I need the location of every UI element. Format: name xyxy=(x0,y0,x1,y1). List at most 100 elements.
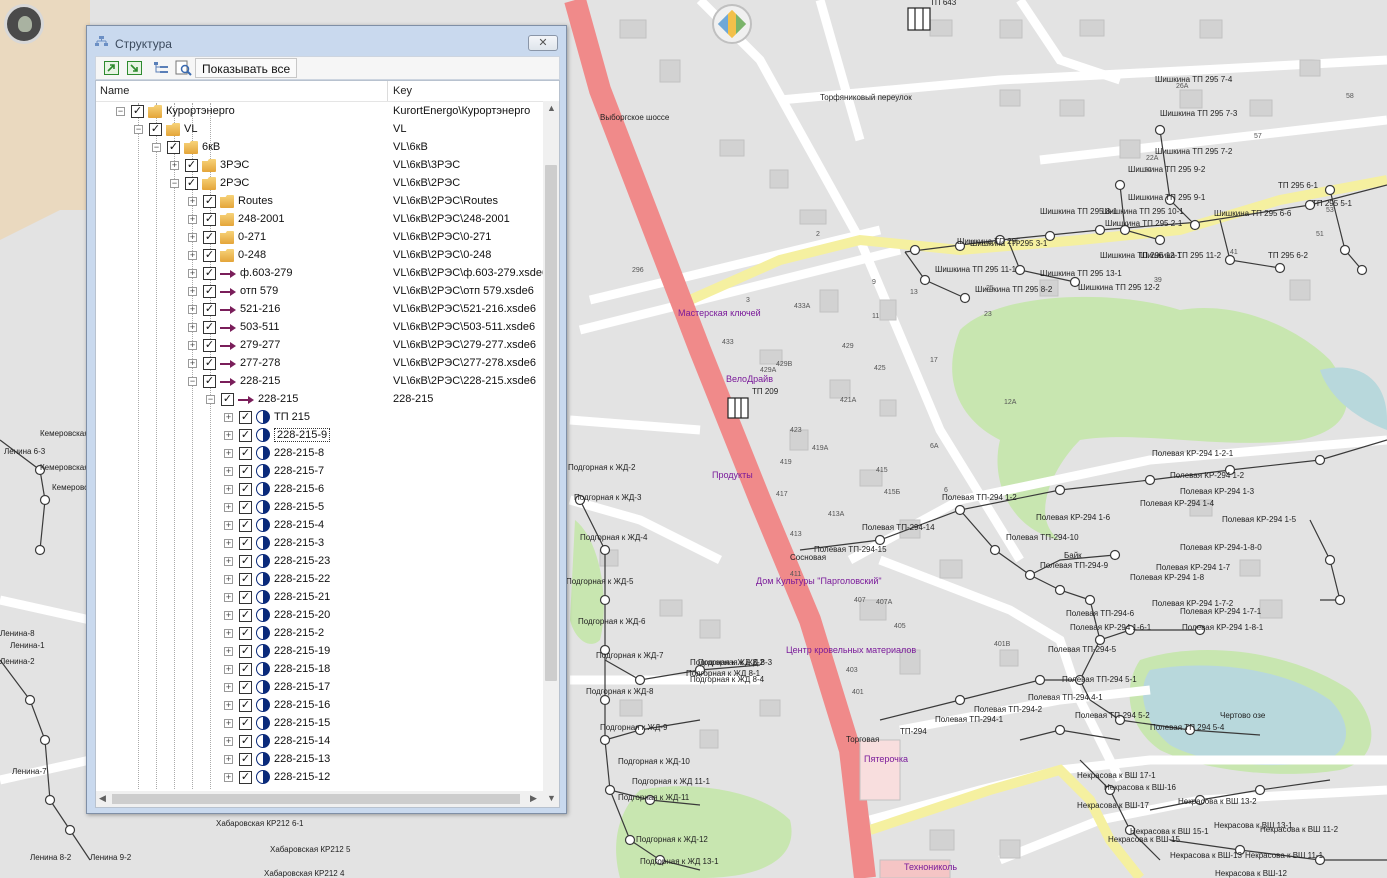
expand-toggle-icon[interactable]: + xyxy=(224,701,233,710)
row-checkbox[interactable]: ✓ xyxy=(239,537,252,550)
tree-row[interactable]: + ✓ 0-271 VL\6кВ\2РЭС\0-271 xyxy=(96,229,546,247)
column-header-name[interactable]: Name xyxy=(100,85,129,97)
tree-row[interactable]: + ✓ 228-215-20 xyxy=(96,607,546,625)
expand-toggle-icon[interactable]: + xyxy=(188,359,197,368)
expand-toggle-icon[interactable]: + xyxy=(224,629,233,638)
expand-toggle-icon[interactable]: + xyxy=(224,431,233,440)
row-checkbox[interactable]: ✓ xyxy=(203,321,216,334)
row-checkbox[interactable]: ✓ xyxy=(203,357,216,370)
tree-view[interactable]: Name Key − ✓ Курортэнерго KurortEnergo\Куро… xyxy=(95,80,560,808)
expand-toggle-icon[interactable]: + xyxy=(188,197,197,206)
expand-toggle-icon[interactable]: + xyxy=(188,287,197,296)
row-checkbox[interactable]: ✓ xyxy=(203,375,216,388)
row-checkbox[interactable]: ✓ xyxy=(203,195,216,208)
collapse-icon[interactable] xyxy=(126,60,144,76)
tree-row[interactable]: + ✓ 279-277 VL\6кВ\2РЭС\279-277.xsde6 xyxy=(96,337,546,355)
expand-toggle-icon[interactable]: + xyxy=(224,449,233,458)
collapse-toggle-icon[interactable]: − xyxy=(134,125,143,134)
tree-row[interactable]: + ✓ 228-215-7 xyxy=(96,463,546,481)
title-bar[interactable]: Структура ✕ xyxy=(87,26,566,56)
tree-row[interactable]: + ✓ 228-215-23 xyxy=(96,553,546,571)
vertical-scrollbar[interactable]: ▲ ▼ xyxy=(543,101,559,807)
row-checkbox[interactable]: ✓ xyxy=(239,501,252,514)
expand-toggle-icon[interactable]: + xyxy=(170,161,179,170)
show-all-button[interactable]: Показывать все xyxy=(195,58,298,78)
row-checkbox[interactable]: ✓ xyxy=(185,159,198,172)
horizontal-scrollbar[interactable]: ◀ ▶ xyxy=(96,791,543,807)
expand-toggle-icon[interactable]: + xyxy=(224,719,233,728)
tree-row[interactable]: + ✓ 228-215-19 xyxy=(96,643,546,661)
tree-row[interactable]: + ✓ 228-215-5 xyxy=(96,499,546,517)
tree-row[interactable]: + ✓ 277-278 VL\6кВ\2РЭС\277-278.xsde6 xyxy=(96,355,546,373)
tree-row[interactable]: + ✓ 228-215-15 xyxy=(96,715,546,733)
expand-toggle-icon[interactable]: + xyxy=(224,539,233,548)
row-checkbox[interactable]: ✓ xyxy=(239,771,252,784)
expand-toggle-icon[interactable]: + xyxy=(224,665,233,674)
expand-toggle-icon[interactable]: + xyxy=(224,683,233,692)
tree-row[interactable]: − ✓ 6кВ VL\6кВ xyxy=(96,139,546,157)
expand-toggle-icon[interactable]: + xyxy=(224,755,233,764)
collapse-toggle-icon[interactable]: − xyxy=(206,395,215,404)
scroll-left-arrow-icon[interactable]: ◀ xyxy=(99,793,106,804)
row-checkbox[interactable]: ✓ xyxy=(239,483,252,496)
tree-row[interactable]: + ✓ 503-511 VL\6кВ\2РЭС\503-511.xsde6 xyxy=(96,319,546,337)
expand-toggle-icon[interactable]: + xyxy=(224,593,233,602)
row-checkbox[interactable]: ✓ xyxy=(167,141,180,154)
expand-toggle-icon[interactable]: + xyxy=(224,773,233,782)
tree-row[interactable]: − ✓ Курортэнерго KurortEnergo\Курортэнерго xyxy=(96,103,546,121)
horizontal-scroll-thumb[interactable] xyxy=(112,794,520,804)
row-checkbox[interactable]: ✓ xyxy=(239,591,252,604)
close-button[interactable]: ✕ xyxy=(528,35,558,51)
tree-row[interactable]: + ✓ 228-215-17 xyxy=(96,679,546,697)
row-checkbox[interactable]: ✓ xyxy=(239,627,252,640)
row-checkbox[interactable]: ✓ xyxy=(239,447,252,460)
row-checkbox[interactable]: ✓ xyxy=(239,753,252,766)
row-checkbox[interactable]: ✓ xyxy=(239,465,252,478)
row-checkbox[interactable]: ✓ xyxy=(239,735,252,748)
tree-row[interactable]: + ✓ ТП 215 xyxy=(96,409,546,427)
tree-row[interactable]: + ✓ 228-215-4 xyxy=(96,517,546,535)
scroll-up-arrow-icon[interactable]: ▲ xyxy=(547,103,556,113)
expand-toggle-icon[interactable]: + xyxy=(188,251,197,260)
row-checkbox[interactable]: ✓ xyxy=(203,213,216,226)
row-checkbox[interactable]: ✓ xyxy=(221,393,234,406)
row-checkbox[interactable]: ✓ xyxy=(239,717,252,730)
row-checkbox[interactable]: ✓ xyxy=(239,519,252,532)
row-checkbox[interactable]: ✓ xyxy=(239,429,252,442)
expand-toggle-icon[interactable]: + xyxy=(188,341,197,350)
tree-row[interactable]: + ✓ 228-215-3 xyxy=(96,535,546,553)
tree-row[interactable]: + ✓ 228-215-12 xyxy=(96,769,546,787)
search-icon[interactable] xyxy=(175,60,193,76)
tree-row[interactable]: + ✓ 228-215-16 xyxy=(96,697,546,715)
compass-icon[interactable] xyxy=(712,4,752,44)
tree-row[interactable]: − ✓ 228-215 228-215 xyxy=(96,391,546,409)
row-checkbox[interactable]: ✓ xyxy=(239,609,252,622)
row-checkbox[interactable]: ✓ xyxy=(203,231,216,244)
tree-row[interactable]: + ✓ 228-215-21 xyxy=(96,589,546,607)
row-checkbox[interactable]: ✓ xyxy=(203,303,216,316)
expand-toggle-icon[interactable]: + xyxy=(224,485,233,494)
expand-icon[interactable] xyxy=(103,60,121,76)
row-checkbox[interactable]: ✓ xyxy=(239,663,252,676)
tree-row[interactable]: + ✓ отп 579 VL\6кВ\2РЭС\отп 579.xsde6 xyxy=(96,283,546,301)
expand-toggle-icon[interactable]: + xyxy=(188,305,197,314)
tree-row[interactable]: + ✓ 228-215-22 xyxy=(96,571,546,589)
tree-row[interactable]: + ✓ 228-215-14 xyxy=(96,733,546,751)
tree-row[interactable]: − ✓ 228-215 VL\6кВ\2РЭС\228-215.xsde6 xyxy=(96,373,546,391)
row-checkbox[interactable]: ✓ xyxy=(239,555,252,568)
collapse-toggle-icon[interactable]: − xyxy=(170,179,179,188)
tree-row[interactable]: + ✓ 228-215-2 xyxy=(96,625,546,643)
tree-row[interactable]: + ✓ 3РЭС VL\6кВ\3РЭС xyxy=(96,157,546,175)
scroll-right-arrow-icon[interactable]: ▶ xyxy=(530,793,537,804)
vertical-scroll-thumb[interactable] xyxy=(545,165,557,681)
tree-row[interactable]: + ✓ 0-248 VL\6кВ\2РЭС\0-248 xyxy=(96,247,546,265)
expand-toggle-icon[interactable]: + xyxy=(224,521,233,530)
expand-toggle-icon[interactable]: + xyxy=(188,269,197,278)
column-header-key[interactable]: Key xyxy=(393,85,412,97)
tree-row[interactable]: + ✓ 521-216 VL\6кВ\2РЭС\521-216.xsde6 xyxy=(96,301,546,319)
row-checkbox[interactable]: ✓ xyxy=(239,645,252,658)
tree-icon[interactable] xyxy=(152,60,170,76)
row-checkbox[interactable]: ✓ xyxy=(203,249,216,262)
row-checkbox[interactable]: ✓ xyxy=(131,105,144,118)
scroll-down-arrow-icon[interactable]: ▼ xyxy=(547,793,556,803)
